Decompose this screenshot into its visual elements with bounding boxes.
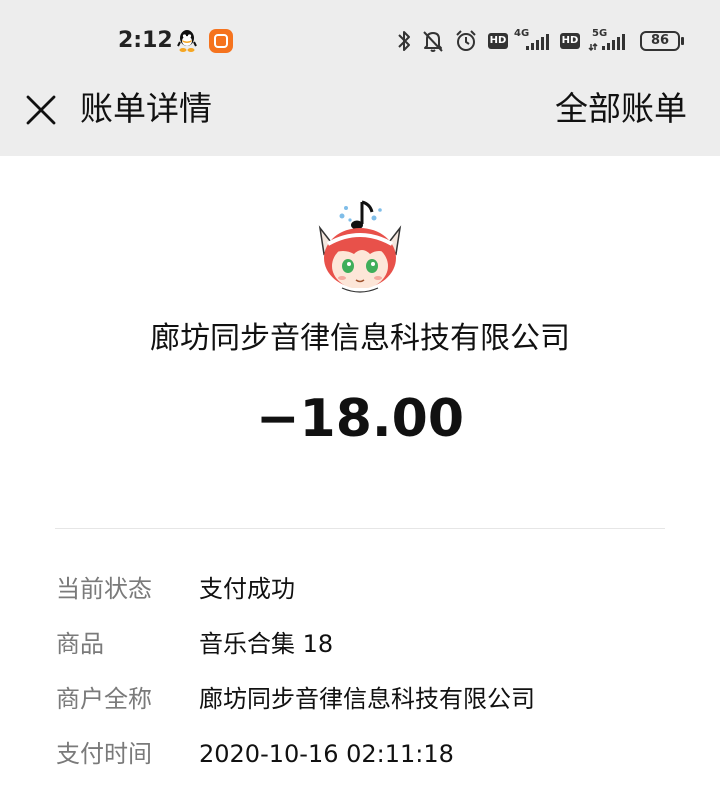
- detail-label: 商户全称: [56, 685, 152, 713]
- detail-row-payment-time: 支付时间 2020-10-16 02:11:18: [0, 734, 720, 774]
- battery-indicator: 86: [640, 31, 680, 51]
- page-title: 账单详情: [80, 89, 212, 128]
- merchant-name: 廊坊同步音律信息科技有限公司: [150, 321, 570, 356]
- signal-strength-icon-2: [588, 34, 625, 52]
- alarm-clock-icon: [456, 30, 476, 51]
- detail-row-status: 当前状态 支付成功: [0, 569, 720, 609]
- battery-nub: [681, 37, 684, 45]
- close-icon[interactable]: [24, 93, 58, 127]
- merchant-avatar: [318, 200, 402, 293]
- bluetooth-icon: [398, 31, 410, 51]
- detail-value: 2020-10-16 02:11:18: [199, 740, 454, 768]
- status-time: 2:12: [118, 28, 173, 53]
- detail-value: 音乐合集 18: [199, 630, 334, 658]
- detail-label: 当前状态: [56, 575, 152, 603]
- hd-badge: HD: [488, 33, 508, 49]
- detail-label: 支付时间: [56, 740, 152, 768]
- hd-badge-2: HD: [560, 33, 580, 49]
- detail-row-product: 商品 音乐合集 18: [0, 624, 720, 664]
- mute-bell-icon: [423, 31, 443, 52]
- mi-app-icon: [209, 29, 233, 53]
- detail-row-merchant-fullname: 商户全称 廊坊同步音律信息科技有限公司: [0, 679, 720, 719]
- detail-value: 支付成功: [199, 575, 295, 603]
- qq-penguin-icon: [177, 30, 197, 52]
- header-bar: 账单详情 全部账单: [0, 80, 720, 156]
- divider: [55, 528, 665, 529]
- detail-label: 商品: [56, 630, 104, 658]
- signal-strength-icon: [526, 34, 549, 50]
- payment-amount: −18.00: [255, 389, 465, 449]
- all-bills-link[interactable]: 全部账单: [555, 85, 687, 133]
- detail-value: 廊坊同步音律信息科技有限公司: [199, 685, 535, 713]
- status-bar: 2:12 HD 4G HD 5G 86: [0, 0, 720, 80]
